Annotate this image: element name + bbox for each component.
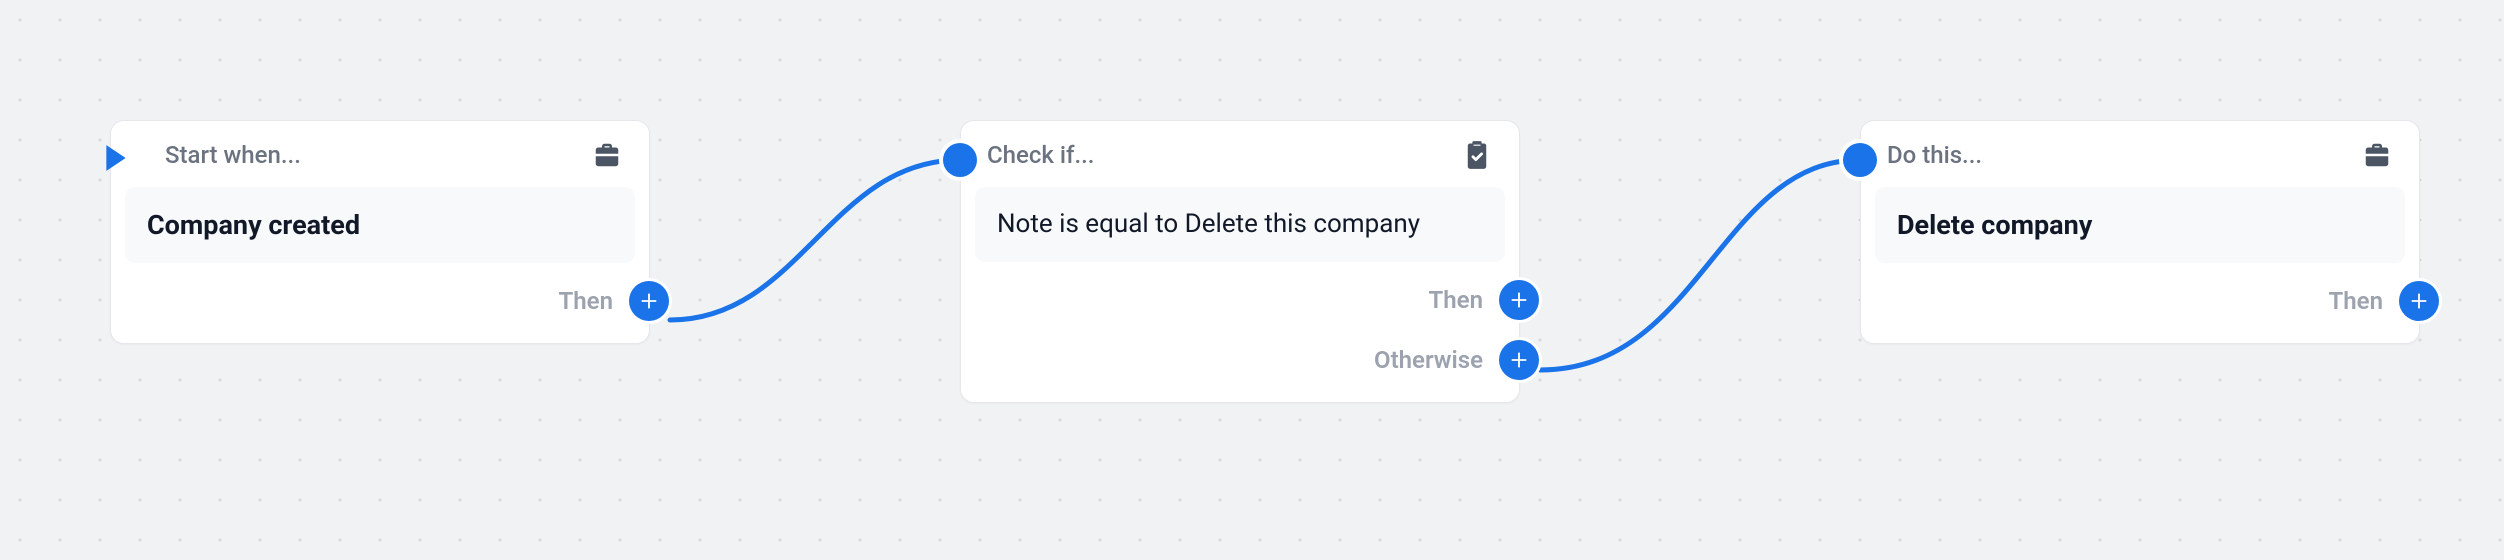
workflow-node-start[interactable]: Start when... Company created Then	[110, 120, 650, 344]
node-footer: Then Otherwise	[961, 276, 1519, 402]
add-step-button[interactable]	[2399, 281, 2439, 321]
branch-label-then: Then	[2329, 287, 2383, 315]
branch-then: Then	[1429, 280, 1519, 320]
branch-label-otherwise: Otherwise	[1374, 346, 1483, 374]
entry-dot-action	[1843, 143, 1877, 177]
add-step-button[interactable]	[1499, 340, 1539, 380]
node-header-title: Start when...	[165, 141, 301, 169]
node-body-text: Delete company	[1897, 207, 2383, 243]
node-header: Check if...	[961, 121, 1519, 181]
add-step-button[interactable]	[1499, 280, 1539, 320]
branch-otherwise: Otherwise	[1374, 340, 1519, 380]
branch-then: Then	[559, 281, 649, 321]
entry-dot-check	[943, 143, 977, 177]
workflow-node-check[interactable]: Check if... Note is equal to Delete this…	[960, 120, 1520, 403]
node-footer: Then	[1861, 277, 2419, 343]
node-body-text: Note is equal to Delete this company	[997, 207, 1483, 242]
briefcase-icon	[2361, 139, 2393, 171]
node-header: Start when...	[111, 121, 649, 181]
clipboard-check-icon	[1461, 139, 1493, 171]
node-footer: Then	[111, 277, 649, 343]
branch-then: Then	[2329, 281, 2419, 321]
add-step-button[interactable]	[629, 281, 669, 321]
node-header: Do this...	[1861, 121, 2419, 181]
play-icon	[103, 143, 129, 177]
node-body-text: Company created	[147, 207, 613, 243]
node-header-title: Check if...	[987, 141, 1094, 169]
node-body: Company created	[125, 187, 635, 263]
workflow-node-action[interactable]: Do this... Delete company Then	[1860, 120, 2420, 344]
branch-label-then: Then	[559, 287, 613, 315]
branch-label-then: Then	[1429, 286, 1483, 314]
node-body: Note is equal to Delete this company	[975, 187, 1505, 262]
node-body: Delete company	[1875, 187, 2405, 263]
node-header-title: Do this...	[1887, 141, 1982, 169]
briefcase-icon	[591, 139, 623, 171]
